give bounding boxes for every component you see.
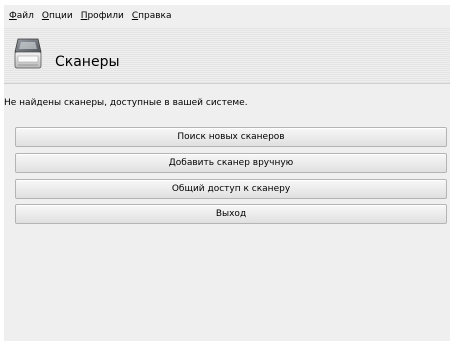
add-scanner-manually-label: Добавить сканер вручную (168, 158, 294, 168)
add-scanner-manually-button[interactable]: Добавить сканер вручную (15, 153, 447, 173)
exit-button[interactable]: Выход (15, 204, 447, 224)
menu-file-mnemonic: Ф (9, 11, 17, 21)
scanner-icon (14, 38, 42, 69)
menu-profiles[interactable]: Профили (77, 9, 128, 23)
status-message: Не найдены сканеры, доступные в вашей си… (4, 98, 248, 108)
page-title: Сканеры (55, 54, 120, 70)
menu-help-label: правка (138, 11, 172, 21)
app-window: Файл Опции Профили Справка Сканеры Не на… (4, 5, 450, 341)
menu-help[interactable]: Справка (128, 9, 176, 23)
menu-options[interactable]: Опции (38, 9, 77, 23)
search-scanners-button[interactable]: Поиск новых сканеров (15, 127, 447, 147)
menu-file[interactable]: Файл (5, 9, 38, 23)
menu-options-mnemonic: О (41, 11, 49, 21)
page-header: Сканеры (4, 27, 450, 84)
menu-profiles-label: рофили (87, 11, 124, 21)
menubar: Файл Опции Профили Справка (4, 5, 450, 27)
menu-options-label: пции (48, 11, 73, 21)
scanner-sharing-label: Общий доступ к сканеру (171, 184, 291, 194)
exit-label: Выход (215, 209, 247, 219)
menu-file-label: айл (16, 11, 34, 21)
scanner-sharing-button[interactable]: Общий доступ к сканеру (15, 179, 447, 199)
search-scanners-label: Поиск новых сканеров (177, 132, 285, 142)
